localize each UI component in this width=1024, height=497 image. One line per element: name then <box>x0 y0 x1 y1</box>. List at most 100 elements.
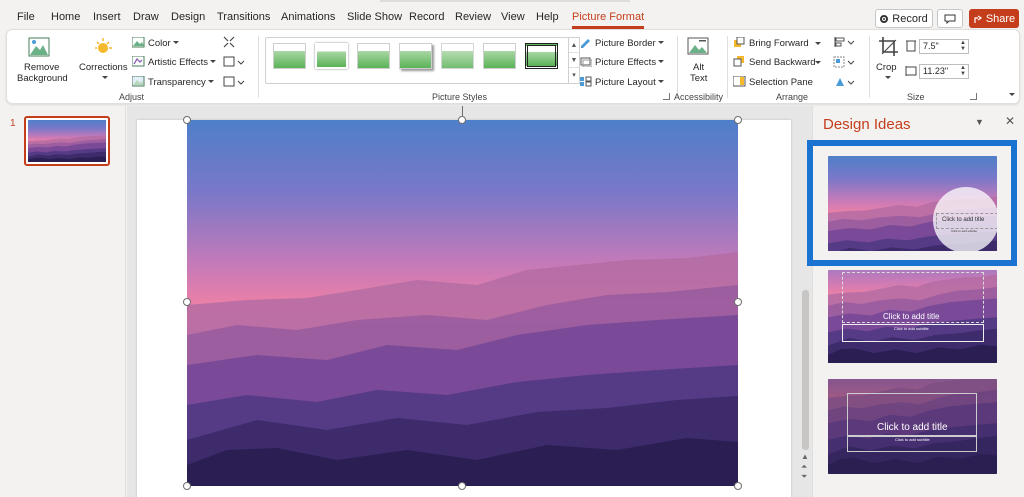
picture-styles-launcher-icon[interactable] <box>663 93 670 100</box>
send-backward-caret-icon[interactable] <box>815 61 821 64</box>
tab-draw[interactable]: Draw <box>133 11 159 23</box>
color-icon <box>132 37 145 48</box>
picture-styles-group-label: Picture Styles <box>432 92 488 102</box>
height-spinner-icon[interactable]: ▲ ▼ <box>960 40 966 52</box>
width-spinner-icon[interactable]: ▲ ▼ <box>960 65 966 77</box>
close-pane-icon[interactable]: ✕ <box>1005 114 1015 128</box>
title-divider <box>380 0 630 2</box>
alt-text-label-1: Alt <box>693 62 705 73</box>
selection-pane-button[interactable]: Selection Pane <box>733 76 813 88</box>
height-value: 7.5" <box>923 41 939 51</box>
reset-picture-button[interactable] <box>223 76 245 91</box>
tab-design[interactable]: Design <box>171 11 205 23</box>
pane-options-icon[interactable]: ▼ <box>975 117 984 127</box>
rotate-button[interactable] <box>833 76 855 91</box>
next-slide-icon[interactable]: ⏷ <box>801 472 807 482</box>
previous-slide-icon[interactable]: ⏶ <box>801 462 807 472</box>
size-launcher-icon[interactable] <box>970 93 977 100</box>
color-button[interactable]: Color <box>132 37 179 49</box>
scroll-up-icon[interactable]: ▲ <box>801 452 809 461</box>
send-backward-label: Send Backward <box>749 57 816 68</box>
picture-style-6[interactable] <box>483 43 516 69</box>
remove-bg-label-1: Remove <box>24 62 60 73</box>
compress-pictures-button[interactable] <box>223 36 235 51</box>
picture-border-label: Picture Border <box>595 38 656 49</box>
tab-record[interactable]: Record <box>409 11 444 23</box>
resize-handle-top-left[interactable] <box>183 116 191 124</box>
gallery-more-icon[interactable]: ▾ <box>569 68 579 83</box>
align-icon <box>834 37 855 47</box>
group-objects-button[interactable] <box>833 56 855 71</box>
group-icon <box>833 56 855 68</box>
width-value: 11.23" <box>923 66 949 76</box>
picture-effects-button[interactable]: Picture Effects <box>579 56 665 68</box>
artistic-effects-button[interactable]: Artistic Effects <box>132 56 217 68</box>
tab-slide-show[interactable]: Slide Show <box>347 11 402 23</box>
vertical-scrollbar[interactable] <box>802 290 809 450</box>
design-idea-1[interactable]: Click to add title Click to add subtitle <box>828 156 997 251</box>
send-backward-button[interactable]: Send Backward <box>733 56 816 68</box>
picture-style-1[interactable] <box>273 43 306 69</box>
resize-handle-bottom-left[interactable] <box>183 482 191 490</box>
corrections-caret-icon <box>102 76 108 79</box>
picture-border-icon <box>581 39 590 48</box>
design-idea-3[interactable]: Click to add title Click to add subtitle <box>828 379 997 474</box>
collapse-ribbon-icon[interactable] <box>1009 93 1015 96</box>
tab-transitions[interactable]: Transitions <box>217 11 270 23</box>
comments-button[interactable] <box>937 9 963 28</box>
artistic-effects-icon <box>132 56 145 67</box>
picture-style-2[interactable] <box>315 43 348 69</box>
height-field[interactable]: 7.5" ▲ ▼ <box>919 39 969 54</box>
align-button[interactable] <box>833 36 855 51</box>
picture-style-3[interactable] <box>357 43 390 69</box>
bring-forward-icon <box>734 37 745 47</box>
idea3-subtitle: Click to add subtitle <box>895 437 930 442</box>
resize-handle-top[interactable] <box>458 116 466 124</box>
idea2-subtitle: Click to add subtitle <box>894 326 929 331</box>
record-button[interactable]: Record <box>875 9 933 28</box>
picture-style-4[interactable] <box>399 43 432 69</box>
alt-text-button[interactable] <box>687 37 709 60</box>
height-icon <box>906 40 916 52</box>
tab-file[interactable]: File <box>17 11 35 23</box>
design-idea-2[interactable]: Click to add title Click to add subtitle <box>828 270 997 363</box>
bring-forward-label: Bring Forward <box>749 38 809 49</box>
transparency-button[interactable]: Transparency <box>132 76 214 88</box>
slide-number: 1 <box>10 118 16 129</box>
tab-picture-format[interactable]: Picture Format <box>572 11 645 29</box>
tab-review[interactable]: Review <box>455 11 491 23</box>
gallery-up-icon[interactable]: ▲ <box>569 38 579 53</box>
bring-forward-caret-icon[interactable] <box>815 42 821 45</box>
comment-icon <box>944 14 956 24</box>
picture-style-5[interactable] <box>441 43 474 69</box>
bring-forward-button[interactable]: Bring Forward <box>733 37 809 49</box>
change-picture-button[interactable] <box>223 56 245 71</box>
picture-border-button[interactable]: Picture Border <box>579 37 664 49</box>
corrections-button[interactable] <box>92 36 114 61</box>
remove-background-button[interactable] <box>28 37 50 60</box>
picture-layout-button[interactable]: Picture Layout <box>579 76 664 88</box>
tab-animations[interactable]: Animations <box>281 11 335 23</box>
share-button[interactable]: Share <box>969 9 1019 28</box>
slide-thumbnail[interactable] <box>24 116 110 166</box>
resize-handle-top-right[interactable] <box>734 116 742 124</box>
compress-icon <box>223 36 235 48</box>
color-label: Color <box>148 38 171 49</box>
tab-home[interactable]: Home <box>51 11 80 23</box>
gallery-down-icon[interactable]: ▼ <box>569 53 579 68</box>
resize-handle-bottom[interactable] <box>458 482 466 490</box>
tab-help[interactable]: Help <box>536 11 559 23</box>
slide-thumbnail-image <box>28 120 106 162</box>
resize-handle-bottom-right[interactable] <box>734 482 742 490</box>
selected-picture[interactable] <box>187 120 738 486</box>
resize-handle-right[interactable] <box>734 298 742 306</box>
resize-handle-left[interactable] <box>183 298 191 306</box>
selection-pane-icon <box>733 76 746 87</box>
tab-insert[interactable]: Insert <box>93 11 121 23</box>
picture-style-7[interactable] <box>525 43 558 69</box>
crop-button[interactable] <box>878 36 900 61</box>
arrange-group-label: Arrange <box>776 92 809 102</box>
crop-icon <box>879 37 898 56</box>
width-field[interactable]: 11.23" ▲ ▼ <box>919 64 969 79</box>
tab-view[interactable]: View <box>501 11 525 23</box>
